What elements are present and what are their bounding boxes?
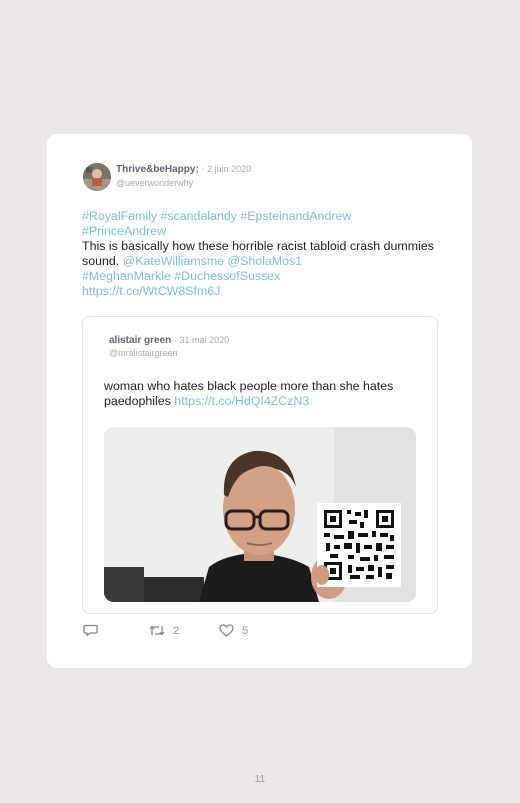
page-number: 11 — [254, 774, 266, 785]
tweet-text: #RoyalFamily #scandalandy #EpsteinandAnd… — [82, 209, 452, 299]
retweet-count: 2 — [173, 624, 180, 637]
tweet-card: Thrive&beHappy; · 2 juin 2020 @ueverwond… — [47, 134, 472, 668]
retweet-icon — [149, 625, 165, 636]
video-thumbnail — [104, 427, 416, 602]
quoted-author-name[interactable]: alistair green — [109, 335, 171, 346]
heart-icon — [219, 624, 234, 637]
reply-button[interactable] — [83, 624, 98, 637]
quoted-tweet-link[interactable]: https://t.co/HdQI4ZCzN3 — [174, 394, 309, 408]
quoted-tweet[interactable]: alistair green · 31 mai 2020 @mralistair… — [82, 316, 438, 614]
avatar[interactable] — [83, 163, 111, 191]
quoted-tweet-media[interactable] — [104, 427, 416, 602]
mentions[interactable]: @KateWilliamsme @SholaMos1 — [123, 254, 302, 268]
like-count: 5 — [242, 624, 249, 637]
quoted-tweet-date[interactable]: · 31 mai 2020 — [174, 335, 229, 345]
tweet-actions: 2 5 — [83, 624, 333, 638]
quoted-tweet-text: woman who hates black people more than s… — [104, 379, 424, 409]
tweet-link[interactable]: https://t.co/WtCW8Sfm6J — [82, 284, 220, 298]
quoted-author-row: alistair green · 31 mai 2020 — [109, 335, 229, 346]
author-handle[interactable]: @ueverwonderwhy — [116, 178, 193, 188]
hashtags-line-1[interactable]: #RoyalFamily #scandalandy #EpsteinandAnd… — [82, 209, 351, 223]
reply-icon — [83, 624, 98, 637]
hashtags-line-3[interactable]: #MeghanMarkle #DuchessofSussex — [82, 269, 280, 283]
hashtags-line-2[interactable]: #PrinceAndrew — [82, 224, 166, 238]
quoted-author-handle[interactable]: @mralistairgreen — [109, 348, 178, 358]
author-name[interactable]: Thrive&beHappy; — [116, 164, 199, 175]
like-button[interactable]: 5 — [219, 624, 248, 637]
tweet-date[interactable]: · 2 juin 2020 — [202, 164, 252, 174]
retweet-button[interactable]: 2 — [149, 624, 179, 637]
author-row: Thrive&beHappy; · 2 juin 2020 — [116, 164, 251, 175]
